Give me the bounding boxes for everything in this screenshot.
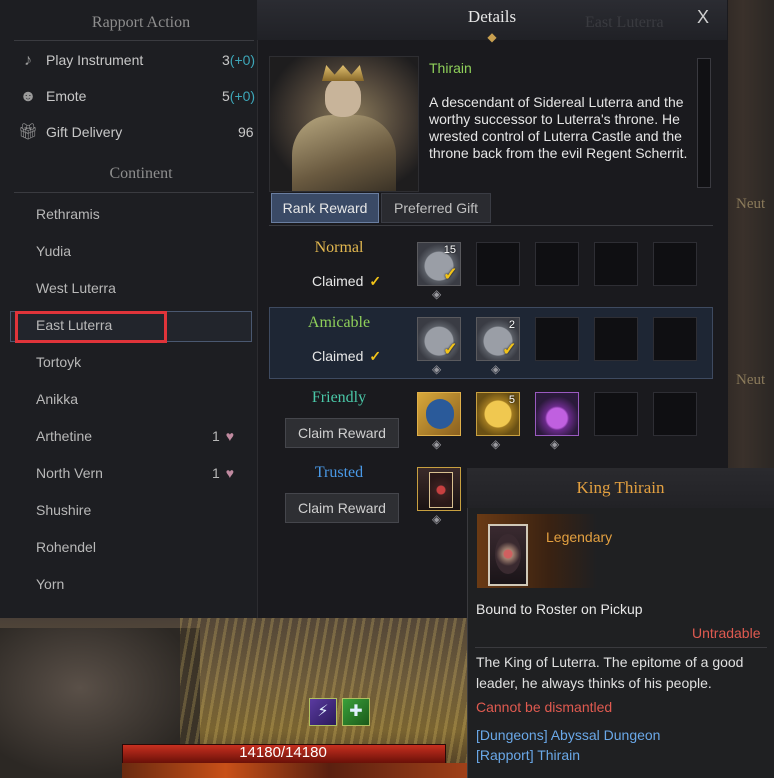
crown-icon [322,65,364,81]
tooltip-bound-text: Bound to Roster on Pickup [476,601,643,617]
continent-title: Continent [109,165,173,182]
skill-lightning-icon[interactable]: ⚡︎ [309,698,337,726]
divider [14,40,254,41]
action-count: 5(+0) [222,88,256,104]
music-note-icon: ♪ [24,52,32,69]
empty-reward-slot [594,392,638,436]
reward-item-silver-coin[interactable]: 2 ✓ [476,317,520,361]
lion-emblem-icon [426,399,454,429]
tooltip-source: [Rapport] Thirain [476,747,581,763]
continent-item-yorn[interactable]: Yorn [36,576,64,592]
skill-heal-icon[interactable]: ✚ [342,698,370,726]
action-label: Emote [46,88,87,104]
tier-marker-icon: ◈ [491,437,501,451]
continent-item-north-vern[interactable]: North Vern [36,465,103,481]
tier-marker-icon: ◈ [432,287,442,301]
claim-reward-button-friendly[interactable]: Claim Reward [285,418,399,448]
tooltip-title: King Thirain [576,478,665,497]
annotation-highlight-box [15,311,167,343]
ornament-icon: ◆ [487,30,497,44]
reward-item-card[interactable] [417,467,461,511]
continent-item-tortoyk[interactable]: Tortoyk [36,354,81,370]
tooltip-grade: Legendary [546,529,613,545]
hotbar [122,763,467,778]
empty-reward-slot [653,392,697,436]
tab-preferred-gift[interactable]: Preferred Gift [381,193,491,223]
continent-item-rohendel[interactable]: Rohendel [36,539,96,555]
tier-marker-icon: ◈ [432,512,442,526]
empty-reward-slot [535,242,579,286]
tooltip-description: The King of Luterra. The epitome of a go… [476,654,744,691]
continent-item-arthetine[interactable]: Arthetine [36,428,92,444]
empty-reward-slot [476,242,520,286]
reward-item-silver-coin[interactable]: ✓ [417,317,461,361]
checkmark-icon: ✓ [442,264,458,284]
empty-reward-slot [653,242,697,286]
action-count: 3(+0) [222,52,256,68]
tooltip-not-dismantle: Cannot be dismantled [476,699,613,715]
continent-item-rethramis[interactable]: Rethramis [36,206,100,222]
emote-icon: ☻ [19,88,37,105]
npc-name: Thirain [429,60,472,76]
background-label: Neut [736,372,766,388]
tier-normal-status: Claimed ✓ [312,273,382,289]
heart-icon: ♥ [225,465,235,481]
action-label: Play Instrument [46,52,144,68]
rapport-side-panel: Rapport Action ♪ Play Instrument 3(+0) ☻… [0,0,258,618]
checkmark-icon: ✓ [501,339,517,359]
tier-normal-label: Normal [314,239,364,256]
divider [475,647,767,648]
details-title: Details [467,7,517,26]
action-row-play-instrument[interactable]: ♪ Play Instrument 3(+0) [18,49,258,73]
tier-marker-icon: ◈ [432,362,442,376]
tier-amicable-status: Claimed ✓ [312,348,382,364]
tier-trusted-label: Trusted [314,464,364,481]
arthetine-rapport-count: 1 ♥ [212,428,235,444]
empty-reward-slot [535,317,579,361]
divider [14,192,254,193]
background-label: Neut [736,196,766,212]
tier-amicable-label: Amicable [307,314,371,331]
tier-marker-icon: ◈ [432,437,442,451]
reward-item-potion[interactable] [535,392,579,436]
hp-text: 14180/14180 [239,744,327,761]
empty-reward-slot [653,317,697,361]
reward-item-gold-coin[interactable]: 5 [476,392,520,436]
card-icon [429,472,453,508]
description-scrollbar[interactable] [697,58,711,188]
close-button[interactable]: X [697,7,709,28]
heart-icon: ♥ [225,428,235,444]
continent-item-west-luterra[interactable]: West Luterra [36,280,116,296]
rapport-action-title: Rapport Action [91,14,191,31]
action-label: Gift Delivery [46,124,123,140]
checkmark-icon: ✓ [369,348,382,364]
npc-description: A descendant of Sidereal Luterra and the… [429,94,688,161]
tier-marker-icon: ◈ [550,437,560,451]
action-count: 96 [238,124,254,140]
npc-portrait [269,56,419,192]
continent-item-yudia[interactable]: Yudia [36,243,71,259]
action-row-emote[interactable]: ☻ Emote 5(+0) [18,85,258,109]
empty-reward-slot [594,242,638,286]
reward-item-silver-coin[interactable]: 15 ✓ [417,242,461,286]
continent-item-anikka[interactable]: Anikka [36,391,78,407]
tab-rank-reward[interactable]: Rank Reward [271,193,379,223]
reward-item-lion-emblem[interactable] [417,392,461,436]
action-row-gift-delivery[interactable]: 🎁︎ Gift Delivery 96 [18,121,258,145]
divider [269,225,713,226]
tier-marker-icon: ◈ [491,362,501,376]
empty-reward-slot [594,317,638,361]
checkmark-icon: ✓ [369,273,382,289]
north-vern-rapport-count: 1 ♥ [212,465,235,481]
card-icon [488,524,528,586]
tooltip-untradable: Untradable [692,625,761,641]
continent-item-shushire[interactable]: Shushire [36,502,91,518]
checkmark-icon: ✓ [442,339,458,359]
gift-icon: 🎁︎ [18,124,39,141]
tier-friendly-label: Friendly [311,389,367,406]
tooltip-source: [Dungeons] Abyssal Dungeon [476,727,661,743]
claim-reward-button-trusted[interactable]: Claim Reward [285,493,399,523]
